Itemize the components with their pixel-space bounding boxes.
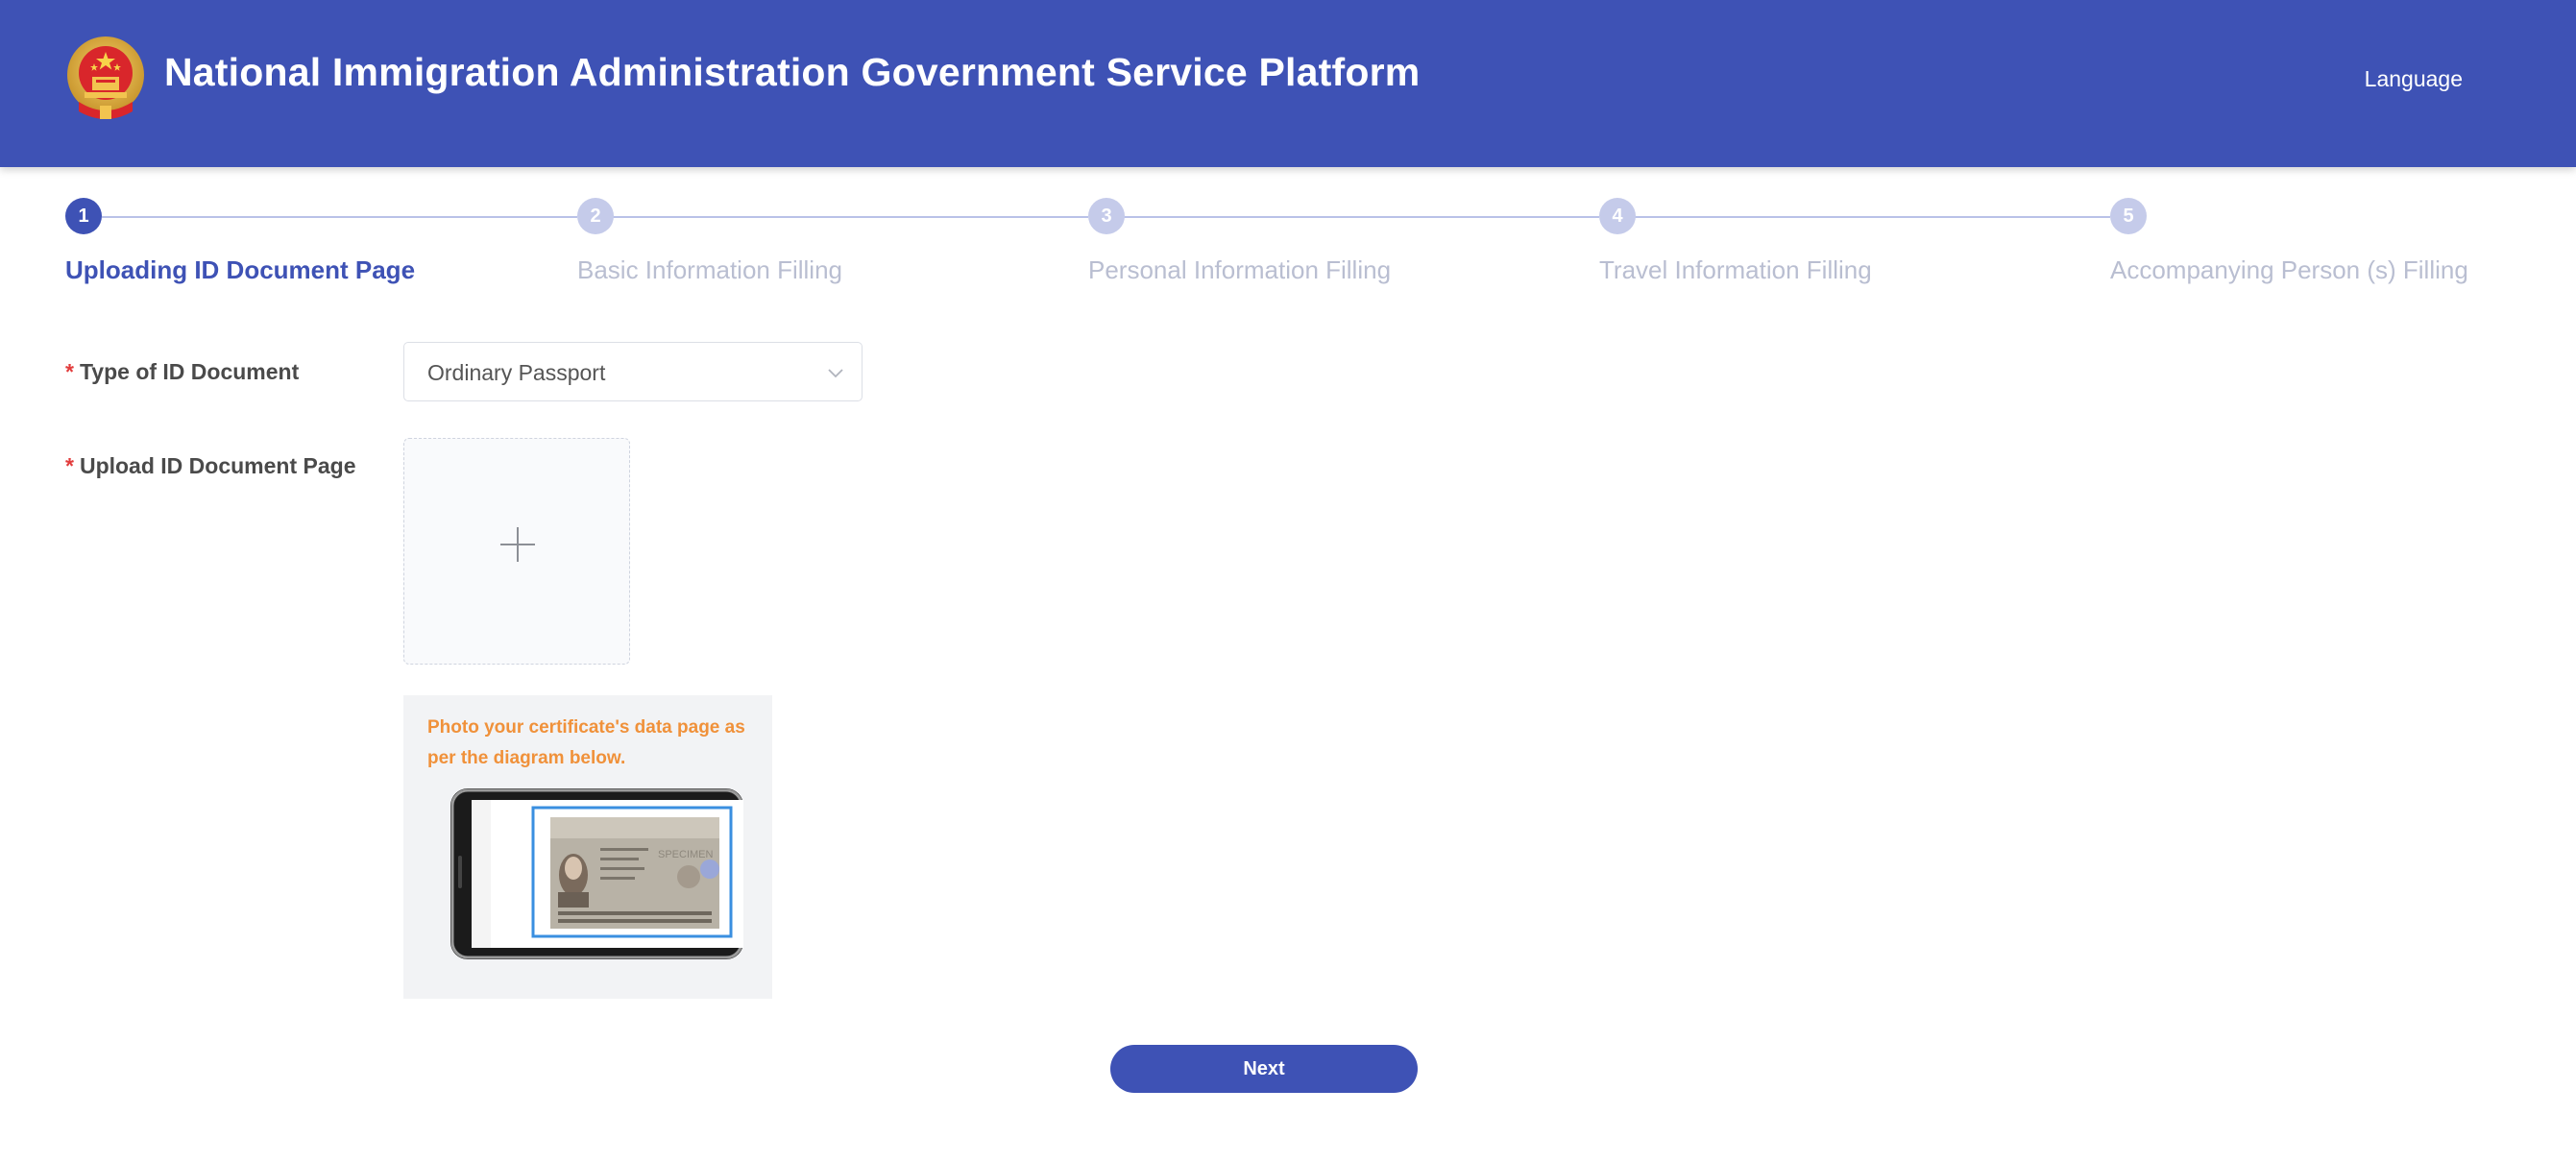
step-connector xyxy=(1124,216,1599,218)
chevron-down-icon xyxy=(828,369,843,378)
specimen-text: SPECIMEN xyxy=(658,849,714,860)
id-type-label: * Type of ID Document xyxy=(65,359,299,385)
upload-hint-panel: Photo your certificate's data page as pe… xyxy=(403,695,772,999)
upload-label-text: Upload ID Document Page xyxy=(79,453,356,478)
id-type-selected-value: Ordinary Passport xyxy=(427,360,606,385)
upload-hint-text: Photo your certificate's data page as pe… xyxy=(427,717,745,768)
required-mark: * xyxy=(65,359,74,384)
plus-icon xyxy=(500,527,535,562)
phone-passport-illustration: SPECIMEN xyxy=(450,788,743,959)
step-connector xyxy=(102,216,577,218)
step-3-circle[interactable]: 3 xyxy=(1088,198,1125,234)
step-1-label[interactable]: Uploading ID Document Page xyxy=(65,255,415,285)
id-type-label-text: Type of ID Document xyxy=(79,359,300,384)
next-button[interactable]: Next xyxy=(1110,1045,1418,1093)
upload-dropzone[interactable] xyxy=(403,438,630,665)
step-connector xyxy=(1635,216,2110,218)
progress-steps: 1 2 3 4 5 Uploading ID Document Page Bas… xyxy=(0,0,2576,307)
step-5-label[interactable]: Accompanying Person (s) Filling xyxy=(2110,255,2468,285)
step-4-label[interactable]: Travel Information Filling xyxy=(1599,255,1872,285)
step-2-label[interactable]: Basic Information Filling xyxy=(577,255,842,285)
step-3-label[interactable]: Personal Information Filling xyxy=(1088,255,1391,285)
upload-label: * Upload ID Document Page xyxy=(65,453,356,479)
step-2-circle[interactable]: 2 xyxy=(577,198,614,234)
required-mark: * xyxy=(65,453,74,478)
step-1-circle[interactable]: 1 xyxy=(65,198,102,234)
id-type-select[interactable]: Ordinary Passport xyxy=(403,342,863,401)
step-5-circle[interactable]: 5 xyxy=(2110,198,2147,234)
step-connector xyxy=(613,216,1088,218)
step-4-circle[interactable]: 4 xyxy=(1599,198,1636,234)
